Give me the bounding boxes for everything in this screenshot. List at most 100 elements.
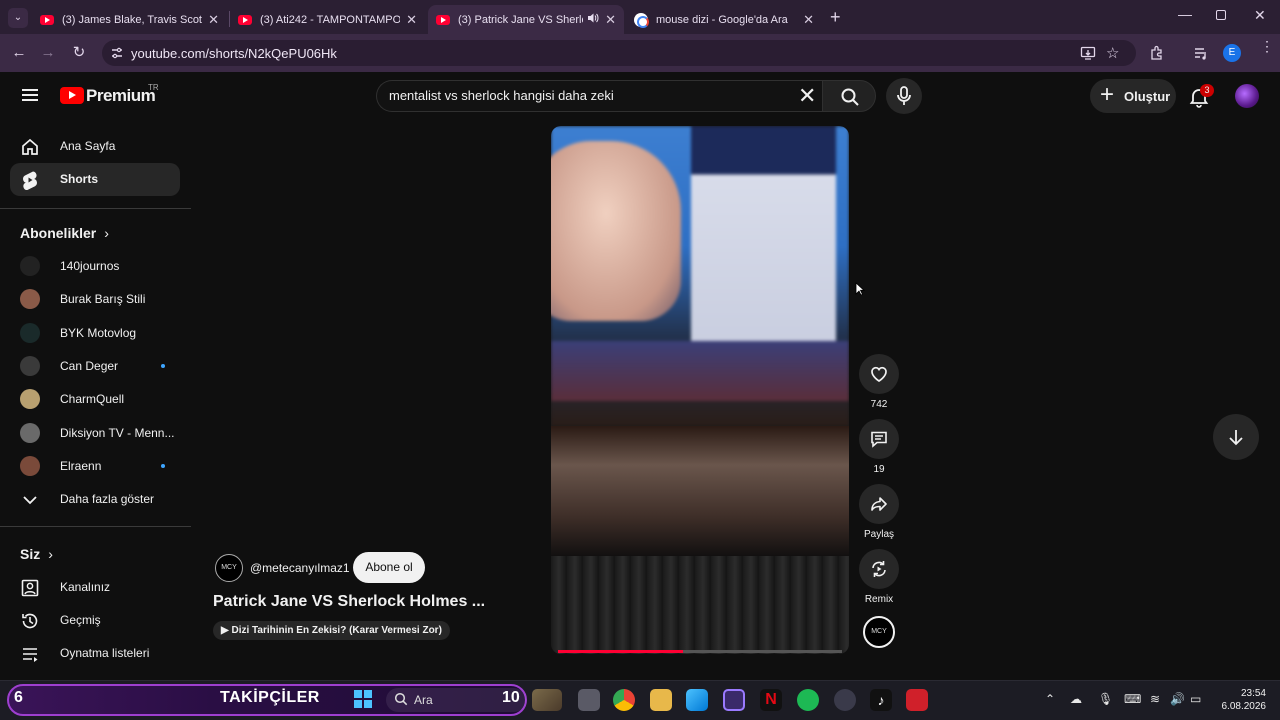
close-window-button[interactable]: ✕: [1254, 7, 1266, 24]
sidebar-item-label: Daha fazla göster: [60, 492, 155, 506]
sidebar-item-label: Diksiyon TV - Menn...: [60, 426, 175, 440]
youtube-logo-icon[interactable]: [60, 87, 84, 104]
like-button[interactable]: [859, 354, 899, 394]
sidebar-item-label: Elraenn: [60, 459, 102, 473]
new-tab-button[interactable]: +: [830, 7, 841, 28]
search-query-text[interactable]: mentalist vs sherlock hangisi daha zeki: [389, 88, 614, 103]
clear-search-icon[interactable]: ✕: [798, 83, 816, 109]
new-content-dot: [161, 364, 165, 368]
keyboard-icon[interactable]: ⌨: [1124, 692, 1141, 706]
media-controls-icon[interactable]: [1193, 45, 1209, 66]
forward-button[interactable]: →: [36, 41, 60, 65]
show-hidden-icons-chevron[interactable]: ⌃: [1045, 692, 1055, 706]
channel-handle[interactable]: @metecanyılmaz1: [250, 561, 350, 575]
tab-search-button[interactable]: ⌄: [8, 8, 28, 28]
channel-icon: [21, 579, 39, 597]
new-content-dot: [161, 464, 165, 468]
windows-start-icon[interactable]: [354, 690, 372, 708]
close-tab-icon[interactable]: ✕: [406, 12, 417, 28]
sound-source-avatar[interactable]: MCY: [863, 616, 895, 648]
sidebar-subscription-item[interactable]: Diksiyon TV - Menn...: [10, 417, 180, 450]
sidebar-subscription-item[interactable]: Can Deger: [10, 350, 180, 383]
netflix-icon[interactable]: N: [760, 689, 782, 711]
remix-button[interactable]: [859, 549, 899, 589]
sidebar-item-label: Oynatma listeleri: [60, 646, 150, 660]
chrome-icon[interactable]: [613, 689, 635, 711]
back-button[interactable]: ←: [7, 41, 31, 65]
browser-tab-2[interactable]: (3) Ati242 - TAMPONTAMPON/ ✕: [230, 5, 425, 34]
onedrive-icon[interactable]: ☁: [1070, 692, 1082, 706]
sidebar-subscription-item[interactable]: 140journos: [10, 250, 180, 283]
sidebar-subscription-item[interactable]: Elraenn: [10, 450, 180, 483]
recording-app-icon[interactable]: [906, 689, 928, 711]
speaker-icon[interactable]: [587, 12, 599, 27]
spotify-icon[interactable]: [797, 689, 819, 711]
video-frame-region: [691, 126, 836, 346]
file-explorer-icon[interactable]: [650, 689, 672, 711]
microphone-icon[interactable]: 🎙: [1098, 692, 1113, 706]
hamburger-menu-icon[interactable]: [22, 89, 38, 101]
channel-avatar: [20, 289, 40, 309]
taskbar-clock[interactable]: 23:54 6.08.2026: [1214, 687, 1267, 713]
comment-count: 19: [873, 464, 885, 475]
browser-tab-3-active[interactable]: (3) Patrick Jane VS Sherlock ✕: [428, 5, 624, 34]
microsoft-store-icon[interactable]: [686, 689, 708, 711]
sidebar-item-shorts[interactable]: Shorts: [10, 163, 180, 196]
comments-button[interactable]: [859, 419, 899, 459]
tiktok-icon[interactable]: ♪: [870, 689, 892, 711]
playlist-chip[interactable]: ▶ Dizi Tarihinin En Zekisi? (Karar Verme…: [213, 621, 450, 640]
sidebar-show-more[interactable]: Daha fazla göster: [10, 483, 180, 516]
shorts-video-player[interactable]: [551, 126, 849, 654]
channel-avatar[interactable]: MCY: [215, 554, 243, 582]
region-code: TR: [148, 83, 159, 92]
share-button[interactable]: [859, 484, 899, 524]
site-info-icon[interactable]: [110, 46, 124, 65]
volume-icon[interactable]: 🔊: [1170, 692, 1185, 706]
sidebar-item-your-channel[interactable]: Kanalınız: [10, 571, 180, 604]
next-short-button[interactable]: [1213, 414, 1259, 460]
restore-button[interactable]: [1216, 10, 1226, 20]
microphone-icon: [897, 86, 911, 105]
youtube-premium-wordmark[interactable]: Premium: [86, 86, 156, 106]
sidebar-subscription-item[interactable]: CharmQuell: [10, 383, 180, 416]
sidebar-subscription-item[interactable]: Burak Barış Stili: [10, 283, 180, 316]
browser-tab-1[interactable]: (3) James Blake, Travis Scott, Lu ✕: [32, 5, 227, 34]
search-button[interactable]: [822, 80, 876, 112]
wifi-icon[interactable]: ≋: [1150, 692, 1160, 706]
sidebar-item-playlists[interactable]: Oynatma listeleri: [10, 637, 180, 670]
battery-icon[interactable]: ▭: [1190, 692, 1201, 706]
install-app-icon[interactable]: [1080, 45, 1096, 66]
url-text[interactable]: youtube.com/shorts/N2kQePU06Hk: [131, 46, 337, 61]
browser-tab-4[interactable]: mouse dizi - Google'da Ara ✕: [626, 5, 822, 34]
sidebar-subscription-item[interactable]: BYK Motovlog: [10, 317, 180, 350]
steam-icon[interactable]: [834, 689, 856, 711]
close-tab-icon[interactable]: ✕: [803, 12, 814, 28]
reload-button[interactable]: ↻: [67, 41, 91, 65]
channel-avatar: [20, 389, 40, 409]
widgets-weather-icon[interactable]: [532, 689, 562, 711]
sidebar-item-home[interactable]: Ana Sayfa: [10, 130, 180, 163]
video-progress-fill: [558, 650, 683, 653]
account-avatar[interactable]: [1235, 84, 1259, 108]
minimize-button[interactable]: —: [1178, 6, 1192, 22]
close-tab-icon[interactable]: ✕: [208, 12, 219, 28]
profile-avatar[interactable]: E: [1223, 44, 1241, 62]
bookmark-star-icon[interactable]: ☆: [1106, 44, 1119, 62]
close-tab-icon[interactable]: ✕: [605, 12, 616, 28]
photos-app-icon[interactable]: [723, 689, 745, 711]
clock-time: 23:54: [1240, 688, 1266, 699]
video-frame-region: [551, 426, 849, 556]
subscribe-button[interactable]: Abone ol: [353, 552, 425, 583]
video-frame: [551, 126, 849, 426]
sidebar-item-history[interactable]: Geçmiş: [10, 604, 180, 637]
sidebar-item-label: Ana Sayfa: [60, 139, 116, 153]
voice-search-button[interactable]: [886, 78, 922, 114]
short-title[interactable]: Patrick Jane VS Sherlock Holmes ...: [213, 593, 485, 611]
browser-menu-icon[interactable]: ⋮: [1260, 39, 1274, 53]
video-progress-bar[interactable]: [558, 650, 842, 653]
task-view-icon[interactable]: [578, 689, 600, 711]
extensions-icon[interactable]: [1149, 45, 1165, 66]
subscriptions-header[interactable]: Abonelikler ›: [20, 225, 109, 241]
sidebar-item-label: Kanalınız: [60, 580, 111, 594]
you-section-header[interactable]: Siz ›: [20, 546, 53, 562]
